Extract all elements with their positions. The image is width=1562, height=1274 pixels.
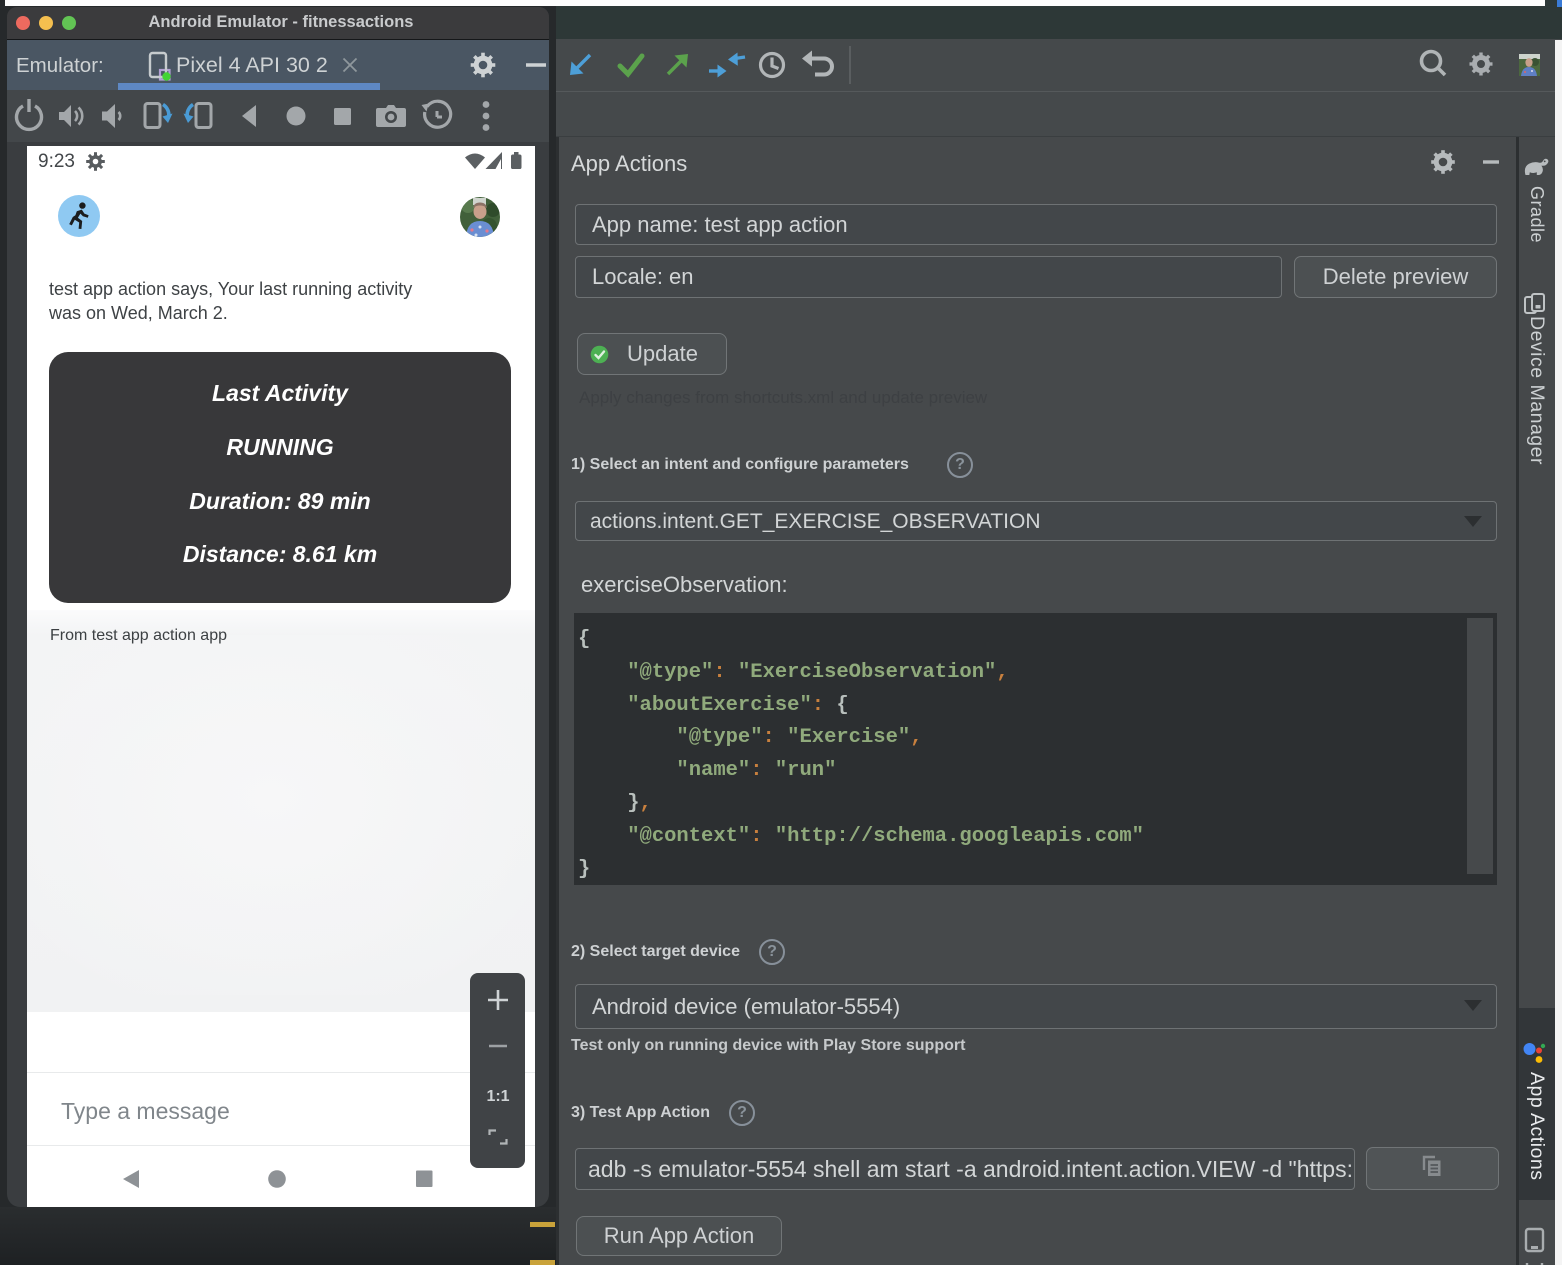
svg-text:1:1: 1:1 xyxy=(486,1088,509,1105)
